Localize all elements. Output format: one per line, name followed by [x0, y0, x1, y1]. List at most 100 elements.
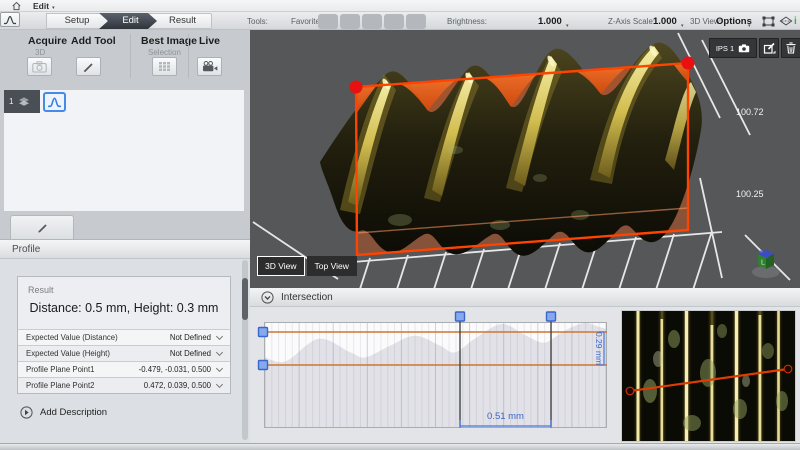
- row-value: -0.479, -0.031, 0.500: [139, 365, 211, 374]
- row-plane-point1[interactable]: Profile Plane Point1 -0.479, -0.031, 0.5…: [18, 361, 230, 377]
- trash-icon: [786, 42, 796, 54]
- add-description-label: Add Description: [40, 407, 107, 418]
- add-tool-label: Add Tool: [71, 35, 116, 47]
- surface-mesh[interactable]: [320, 43, 702, 256]
- profile-line-endpoint-1[interactable]: [626, 387, 634, 395]
- info-icon[interactable]: i: [794, 16, 797, 27]
- right-cursor-handle[interactable]: [547, 312, 556, 321]
- left-panel: Acquire 3D Add Tool Best Image Selection…: [0, 30, 250, 443]
- intersection-header[interactable]: Intersection: [250, 288, 800, 307]
- separator: [130, 34, 131, 78]
- tool-group-header[interactable]: 1: [4, 90, 40, 113]
- tab-result[interactable]: Result: [148, 13, 212, 29]
- favorite-slot[interactable]: [384, 14, 404, 29]
- profile-endpoint-1[interactable]: [350, 81, 363, 94]
- menu-bar: Edit ▾: [0, 0, 800, 12]
- profile-graph-canvas: [265, 323, 606, 427]
- ips-label: IPS 1: [716, 44, 734, 53]
- tool-list[interactable]: [4, 90, 244, 211]
- acquire-sub-label: 3D: [35, 48, 45, 57]
- best-image-button[interactable]: [152, 57, 177, 76]
- row-label: Expected Value (Height): [26, 349, 110, 358]
- delete-button[interactable]: [781, 38, 800, 58]
- view-3d-button[interactable]: 3D View: [257, 256, 305, 276]
- plane-diamond-icon: [779, 15, 793, 27]
- annotate-button[interactable]: [759, 38, 779, 58]
- separator: [188, 34, 189, 78]
- profile-panel: Profile Result Distance: 0.5 mm, Height:…: [0, 239, 250, 443]
- intersection-title: Intersection: [281, 292, 333, 303]
- zaxis-scale-value[interactable]: 1.000: [653, 16, 677, 27]
- z-axis-label-upper: 100.72: [736, 107, 764, 117]
- chevron-down-icon[interactable]: ▾: [566, 23, 569, 29]
- grid-icon: [158, 61, 171, 72]
- layers-icon: [17, 95, 31, 108]
- result-box: Result Distance: 0.5 mm, Height: 0.3 mm …: [17, 276, 231, 394]
- cube-face-label: L: [761, 260, 765, 267]
- chevron-down-icon[interactable]: ▾: [748, 23, 751, 29]
- view-top-button[interactable]: Top View: [307, 256, 357, 276]
- tab-setup[interactable]: Setup: [46, 13, 108, 29]
- profile-curve-icon: [3, 14, 17, 25]
- view3d-options[interactable]: Options: [716, 16, 752, 27]
- row-label: Profile Plane Point1: [26, 365, 94, 374]
- add-description-button[interactable]: Add Description: [20, 406, 107, 419]
- menu-edit-label: Edit: [33, 1, 49, 11]
- live-button[interactable]: [197, 57, 222, 76]
- acquire-button[interactable]: [27, 57, 52, 76]
- zaxis-scale-label: Z-Axis Scale:: [608, 17, 655, 26]
- row-value: Not Defined: [170, 349, 211, 358]
- plane-view-button[interactable]: [779, 13, 793, 29]
- 3d-scene: [250, 30, 800, 288]
- profile-title: Profile: [0, 240, 250, 259]
- profile-curve-icon: [47, 96, 62, 108]
- row-plane-point2[interactable]: Profile Plane Point2 0.472, 0.039, 0.500: [18, 377, 230, 393]
- home-icon: [11, 1, 22, 11]
- tools-button[interactable]: [0, 12, 20, 27]
- home-button[interactable]: [4, 0, 28, 11]
- capture-toolbar: IPS 1: [709, 38, 800, 58]
- favorite-slot[interactable]: [362, 14, 382, 29]
- expand-circle-icon: [20, 406, 33, 419]
- chevron-down-icon: ▾: [52, 5, 55, 11]
- ips-capture-button[interactable]: IPS 1: [709, 38, 757, 58]
- collapse-circle-icon[interactable]: [261, 291, 274, 304]
- profile-endpoint-2[interactable]: [682, 57, 695, 70]
- bounding-box-button[interactable]: [758, 13, 778, 29]
- z-axis-label-lower: 100.25: [736, 189, 764, 199]
- camera-icon: [738, 44, 750, 53]
- profile-line-endpoint-2[interactable]: [784, 365, 792, 373]
- live-label: Live: [199, 35, 220, 47]
- scrollbar-thumb[interactable]: [242, 278, 248, 320]
- chevron-down-icon[interactable]: [216, 365, 223, 372]
- profile-tool-selected[interactable]: [43, 92, 66, 112]
- left-cursor-handle[interactable]: [456, 312, 465, 321]
- scrollbar-track[interactable]: [242, 260, 248, 440]
- row-expected-distance[interactable]: Expected Value (Distance) Not Defined: [18, 329, 230, 345]
- row-expected-height[interactable]: Expected Value (Height) Not Defined: [18, 345, 230, 361]
- favorite-slot[interactable]: [406, 14, 426, 29]
- chevron-down-icon[interactable]: ▾: [681, 23, 684, 29]
- orientation-cube-icon: L: [749, 244, 783, 280]
- profile-graph[interactable]: [264, 322, 607, 428]
- chevron-down-icon[interactable]: [216, 349, 223, 356]
- brightness-label: Brightness:: [447, 17, 487, 26]
- chevron-down-icon[interactable]: [216, 381, 223, 388]
- camera-icon: [32, 61, 47, 73]
- menu-edit[interactable]: Edit ▾: [33, 0, 55, 11]
- edit-profile-tab[interactable]: [10, 215, 74, 239]
- pencil-icon: [82, 61, 95, 73]
- edit-export-icon: [763, 42, 776, 55]
- bounding-box-icon: [761, 15, 776, 28]
- camera-preview: [622, 311, 795, 441]
- orientation-cube[interactable]: L: [749, 244, 783, 285]
- row-label: Profile Plane Point2: [26, 381, 94, 390]
- add-tool-button[interactable]: [76, 57, 101, 76]
- 3d-viewport[interactable]: IPS 1: [250, 30, 800, 288]
- favorite-slot[interactable]: [318, 14, 338, 29]
- toolbar: Setup Edit Result Tools: Favorites: Brig…: [0, 12, 800, 30]
- brightness-value[interactable]: 1.000: [538, 16, 562, 27]
- favorite-slot[interactable]: [340, 14, 360, 29]
- chevron-down-icon[interactable]: [216, 333, 223, 340]
- best-image-sub-label: Selection: [148, 48, 181, 57]
